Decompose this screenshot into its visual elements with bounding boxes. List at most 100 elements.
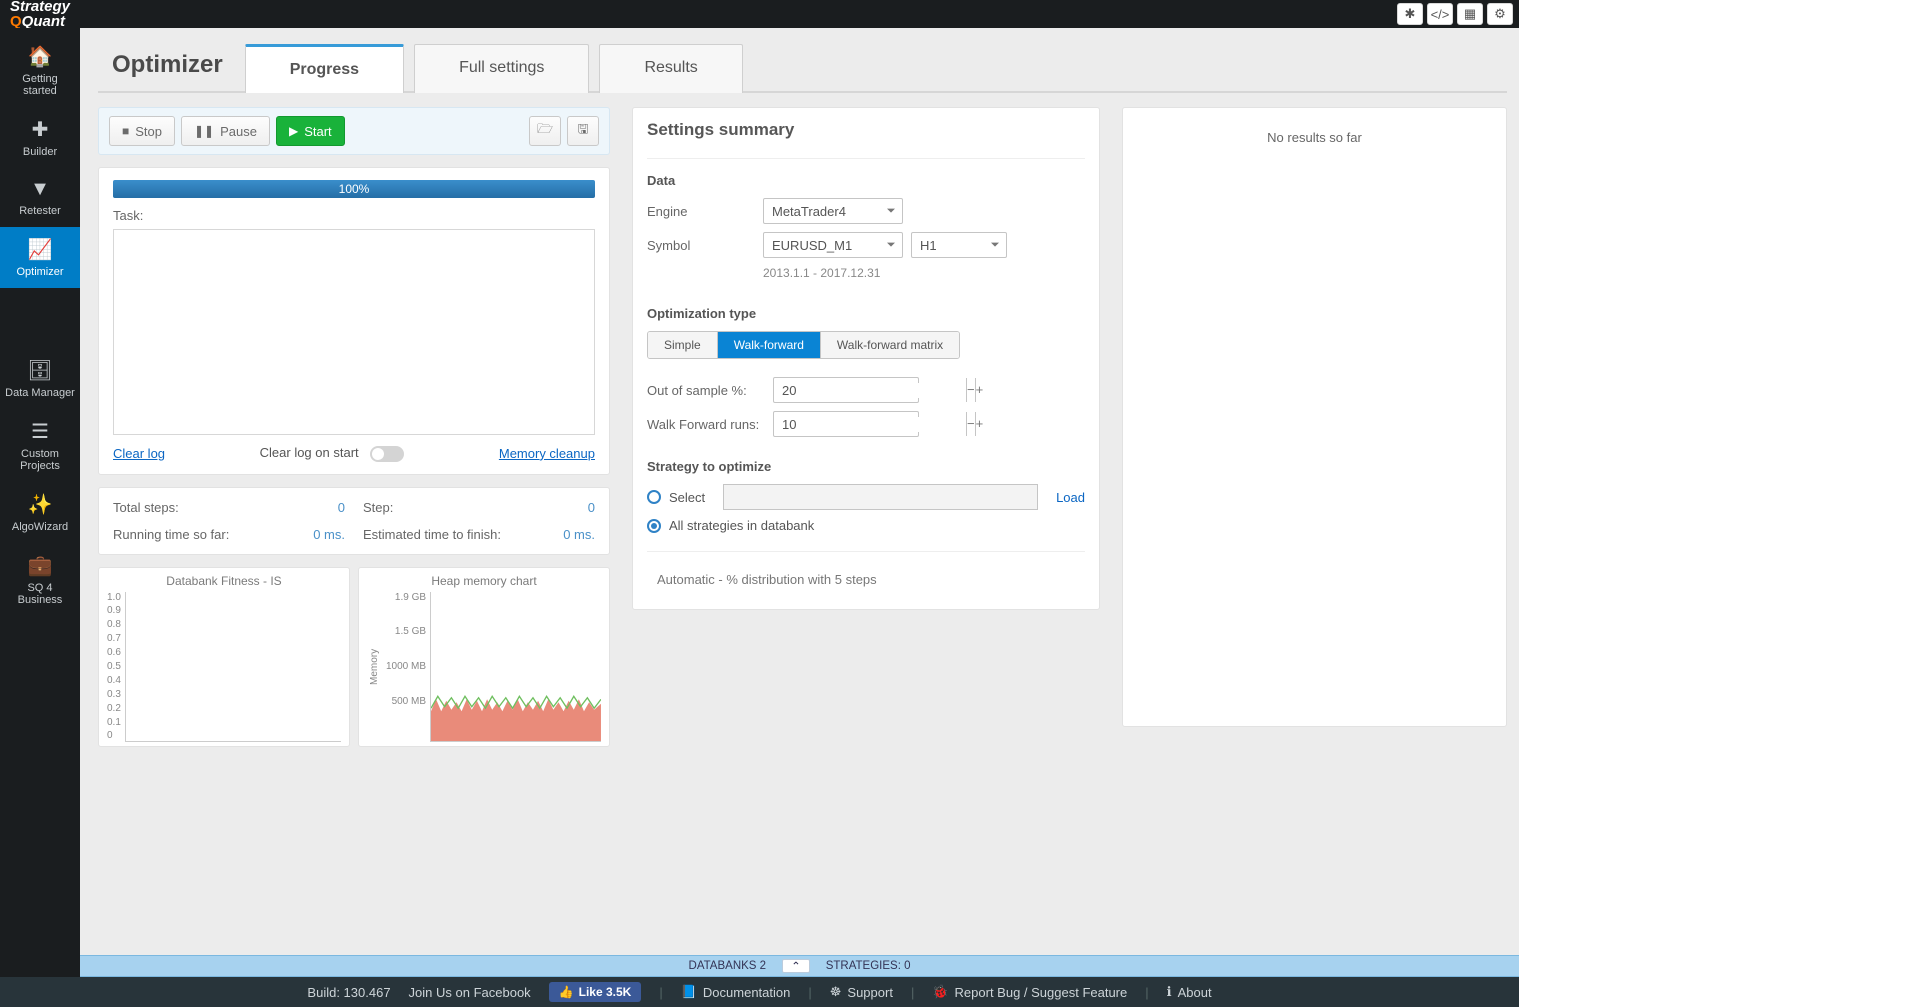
pause-label: Pause (220, 124, 257, 139)
strategy-heading: Strategy to optimize (647, 459, 1085, 474)
wand-icon: ✨ (4, 492, 76, 517)
gear-icon[interactable]: ⚙ (1487, 3, 1513, 25)
clear-log-link[interactable]: Clear log (113, 446, 165, 461)
fb-like-label: Like 3.5K (579, 985, 632, 999)
heap-chart-title: Heap memory chart (367, 574, 601, 588)
strategy-field[interactable] (723, 484, 1038, 510)
strategies-label: STRATEGIES: 0 (826, 960, 911, 972)
tab-results[interactable]: Results (599, 44, 742, 93)
open-button[interactable]: 🗁 (529, 116, 561, 146)
sidebar-item-sq4-business[interactable]: 💼SQ 4 Business (0, 543, 80, 616)
bug-icon[interactable]: ✱ (1397, 3, 1423, 25)
sidebar-item-label: Builder (23, 146, 57, 158)
sidebar-item-custom-projects[interactable]: ☰Custom Projects (0, 409, 80, 482)
sidebar-item-retester[interactable]: ▼Retester (0, 168, 80, 227)
save-button[interactable]: 🖫 (567, 116, 599, 146)
load-link[interactable]: Load (1056, 490, 1085, 505)
topbar-icons: ✱ </> ▦ ⚙ (1397, 3, 1513, 25)
clear-on-start-wrap: Clear log on start (260, 445, 405, 462)
total-steps-value: 0 (313, 500, 345, 515)
stop-label: Stop (135, 124, 162, 139)
home-icon: 🏠 (4, 44, 76, 69)
wfr-minus[interactable]: − (966, 412, 975, 436)
about-label: About (1178, 985, 1212, 1000)
tab-progress[interactable]: Progress (245, 44, 404, 93)
heap-chart-card: Heap memory chart Memory 1.9 GB1.5 GB100… (358, 567, 610, 747)
report-bug-link[interactable]: 🐞Report Bug / Suggest Feature (932, 984, 1127, 1000)
documentation-link[interactable]: 📘 Documentation (681, 984, 791, 1000)
sidebar-item-builder[interactable]: ✚ Builder (0, 107, 80, 168)
chart-line-icon: 📈 (4, 237, 76, 262)
start-button[interactable]: ▶Start (276, 116, 345, 146)
opt-type-walk-forward[interactable]: Walk-forward (718, 332, 821, 358)
bug-icon: 🐞 (932, 984, 948, 1000)
radio-all[interactable] (647, 519, 661, 533)
wfr-input[interactable] (774, 417, 966, 432)
heap-y-label: Memory (367, 592, 382, 742)
start-label: Start (304, 124, 331, 139)
plus-box-icon: ✚ (4, 117, 76, 142)
sidebar-item-data-manager[interactable]: 🗄Data Manager (0, 348, 80, 409)
stats-card: Total steps: 0 Step: 0 Running time so f… (98, 487, 610, 555)
databanks-bar[interactable]: DATABANKS 2 ⌃ STRATEGIES: 0 (80, 955, 1519, 977)
no-results-label: No results so far (1267, 130, 1362, 726)
log-box[interactable] (113, 229, 595, 435)
sidebar-item-label: Getting started (22, 73, 57, 97)
footer: Build: 130.467 Join Us on Facebook 👍Like… (0, 977, 1519, 1007)
wfr-stepper[interactable]: − + (773, 411, 919, 437)
build-label: Build: 130.467 (307, 985, 390, 1000)
sidebar-item-label: Retester (19, 205, 61, 217)
progress-card: 100% Task: Clear log Clear log on start (98, 167, 610, 475)
fb-like-button[interactable]: 👍Like 3.5K (549, 982, 642, 1002)
settings-footer-note: Automatic - % distribution with 5 steps (647, 566, 1085, 597)
topbar: StrategyQQuant ✱ </> ▦ ⚙ (0, 0, 1519, 28)
opt-type-group: Simple Walk-forward Walk-forward matrix (647, 331, 960, 359)
symbol-select[interactable]: EURUSD_M1 (763, 232, 903, 258)
clear-on-start-label: Clear log on start (260, 445, 359, 460)
oos-label: Out of sample %: (647, 383, 773, 398)
tab-full-settings[interactable]: Full settings (414, 44, 589, 93)
fitness-plot (125, 592, 341, 742)
support-label: Support (847, 985, 893, 1000)
page-title: Optimizer (104, 51, 231, 91)
databanks-label: DATABANKS 2 (689, 960, 767, 972)
sidebar-item-optimizer[interactable]: 📈Optimizer (0, 227, 80, 288)
pause-icon: ❚❚ (194, 124, 214, 138)
code-icon[interactable]: </> (1427, 3, 1453, 25)
save-icon: 🖫 (577, 120, 588, 142)
sidebar-item-label: Data Manager (5, 387, 75, 399)
running-label: Running time so far: (113, 527, 295, 542)
about-link[interactable]: ℹAbout (1167, 984, 1212, 1000)
sidebar-item-getting-started[interactable]: 🏠 Getting started (0, 34, 80, 107)
all-label: All strategies in databank (669, 518, 814, 533)
databanks-expand[interactable]: ⌃ (782, 959, 810, 973)
clear-on-start-toggle[interactable] (370, 446, 404, 462)
pause-button[interactable]: ❚❚ Pause (181, 116, 270, 146)
wfr-plus[interactable]: + (975, 412, 984, 436)
engine-select[interactable]: MetaTrader4 (763, 198, 903, 224)
support-link[interactable]: ☸ Support (830, 984, 893, 1000)
oos-plus[interactable]: + (975, 378, 984, 402)
grid-icon[interactable]: ▦ (1457, 3, 1483, 25)
timeframe-select[interactable]: H1 (911, 232, 1007, 258)
join-facebook-link[interactable]: Join Us on Facebook (409, 985, 531, 1000)
documentation-label: Documentation (703, 985, 790, 1000)
oos-stepper[interactable]: − + (773, 377, 919, 403)
sidebar-item-algowizard[interactable]: ✨AlgoWizard (0, 482, 80, 543)
memory-cleanup-link[interactable]: Memory cleanup (499, 446, 595, 461)
opt-type-walk-forward-matrix[interactable]: Walk-forward matrix (821, 332, 959, 358)
engine-label: Engine (647, 204, 763, 219)
opt-type-simple[interactable]: Simple (648, 332, 718, 358)
oos-minus[interactable]: − (966, 378, 975, 402)
lifebuoy-icon: ☸ (830, 984, 842, 1000)
wfr-label: Walk Forward runs: (647, 417, 773, 432)
opt-type-heading: Optimization type (647, 306, 1085, 321)
folder-open-icon: 🗁 (537, 120, 553, 142)
stop-button[interactable]: ■Stop (109, 116, 175, 146)
radio-select[interactable] (647, 490, 661, 504)
est-label: Estimated time to finish: (363, 527, 545, 542)
book-icon: 📘 (681, 984, 697, 1000)
heap-plot (430, 592, 601, 742)
oos-input[interactable] (774, 383, 966, 398)
workspace-scroll[interactable]: Optimizer Progress Full settings Results (80, 28, 1519, 955)
